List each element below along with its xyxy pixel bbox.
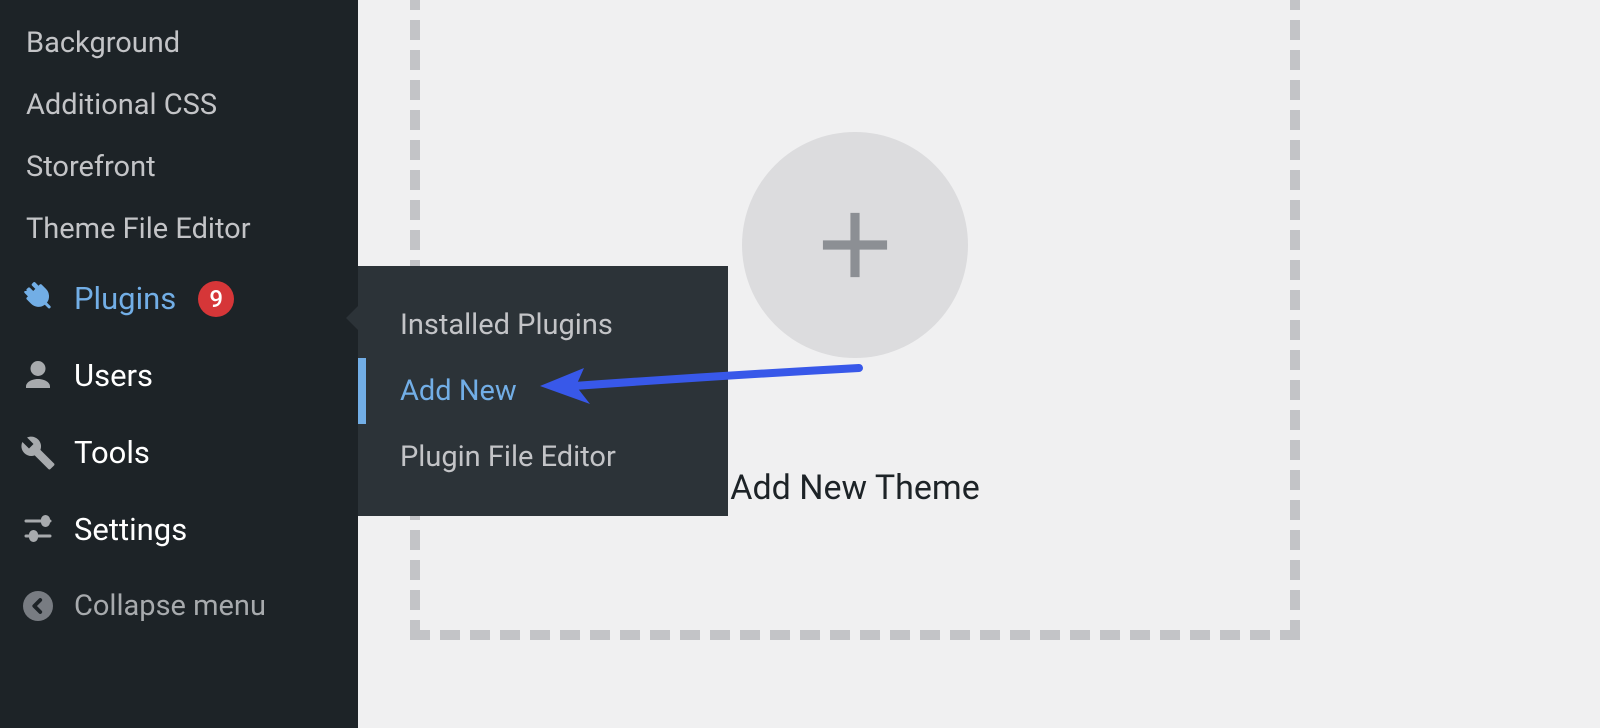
menu-item-label: Tools <box>74 434 150 471</box>
menu-item-tools[interactable]: Tools <box>0 414 358 491</box>
flyout-item-installed-plugins[interactable]: Installed Plugins <box>358 292 728 358</box>
users-icon <box>20 358 56 394</box>
settings-icon <box>20 512 56 548</box>
add-theme-plus-circle <box>742 132 968 358</box>
appearance-submenu: Background Additional CSS Storefront The… <box>0 0 358 260</box>
plus-icon <box>800 190 910 300</box>
collapse-icon <box>20 588 56 624</box>
submenu-item-theme-file-editor[interactable]: Theme File Editor <box>0 198 358 260</box>
plugin-icon <box>20 281 56 317</box>
menu-item-label: Plugins <box>74 280 176 317</box>
add-theme-label: Add New Theme <box>730 468 979 508</box>
menu-item-settings[interactable]: Settings <box>0 491 358 568</box>
plugins-flyout-menu: Installed Plugins Add New Plugin File Ed… <box>358 266 728 516</box>
flyout-item-add-new[interactable]: Add New <box>358 358 728 424</box>
collapse-menu-label: Collapse menu <box>74 589 266 623</box>
tools-icon <box>20 435 56 471</box>
menu-item-plugins[interactable]: Plugins 9 <box>0 260 358 337</box>
menu-item-label: Users <box>74 357 153 394</box>
menu-item-users[interactable]: Users <box>0 337 358 414</box>
collapse-menu-button[interactable]: Collapse menu <box>0 568 358 644</box>
submenu-item-additional-css[interactable]: Additional CSS <box>0 74 358 136</box>
flyout-item-plugin-file-editor[interactable]: Plugin File Editor <box>358 424 728 490</box>
admin-sidebar: Background Additional CSS Storefront The… <box>0 0 358 728</box>
submenu-item-storefront[interactable]: Storefront <box>0 136 358 198</box>
submenu-item-background[interactable]: Background <box>0 12 358 74</box>
menu-item-label: Settings <box>74 511 187 548</box>
update-count-badge: 9 <box>198 281 234 317</box>
